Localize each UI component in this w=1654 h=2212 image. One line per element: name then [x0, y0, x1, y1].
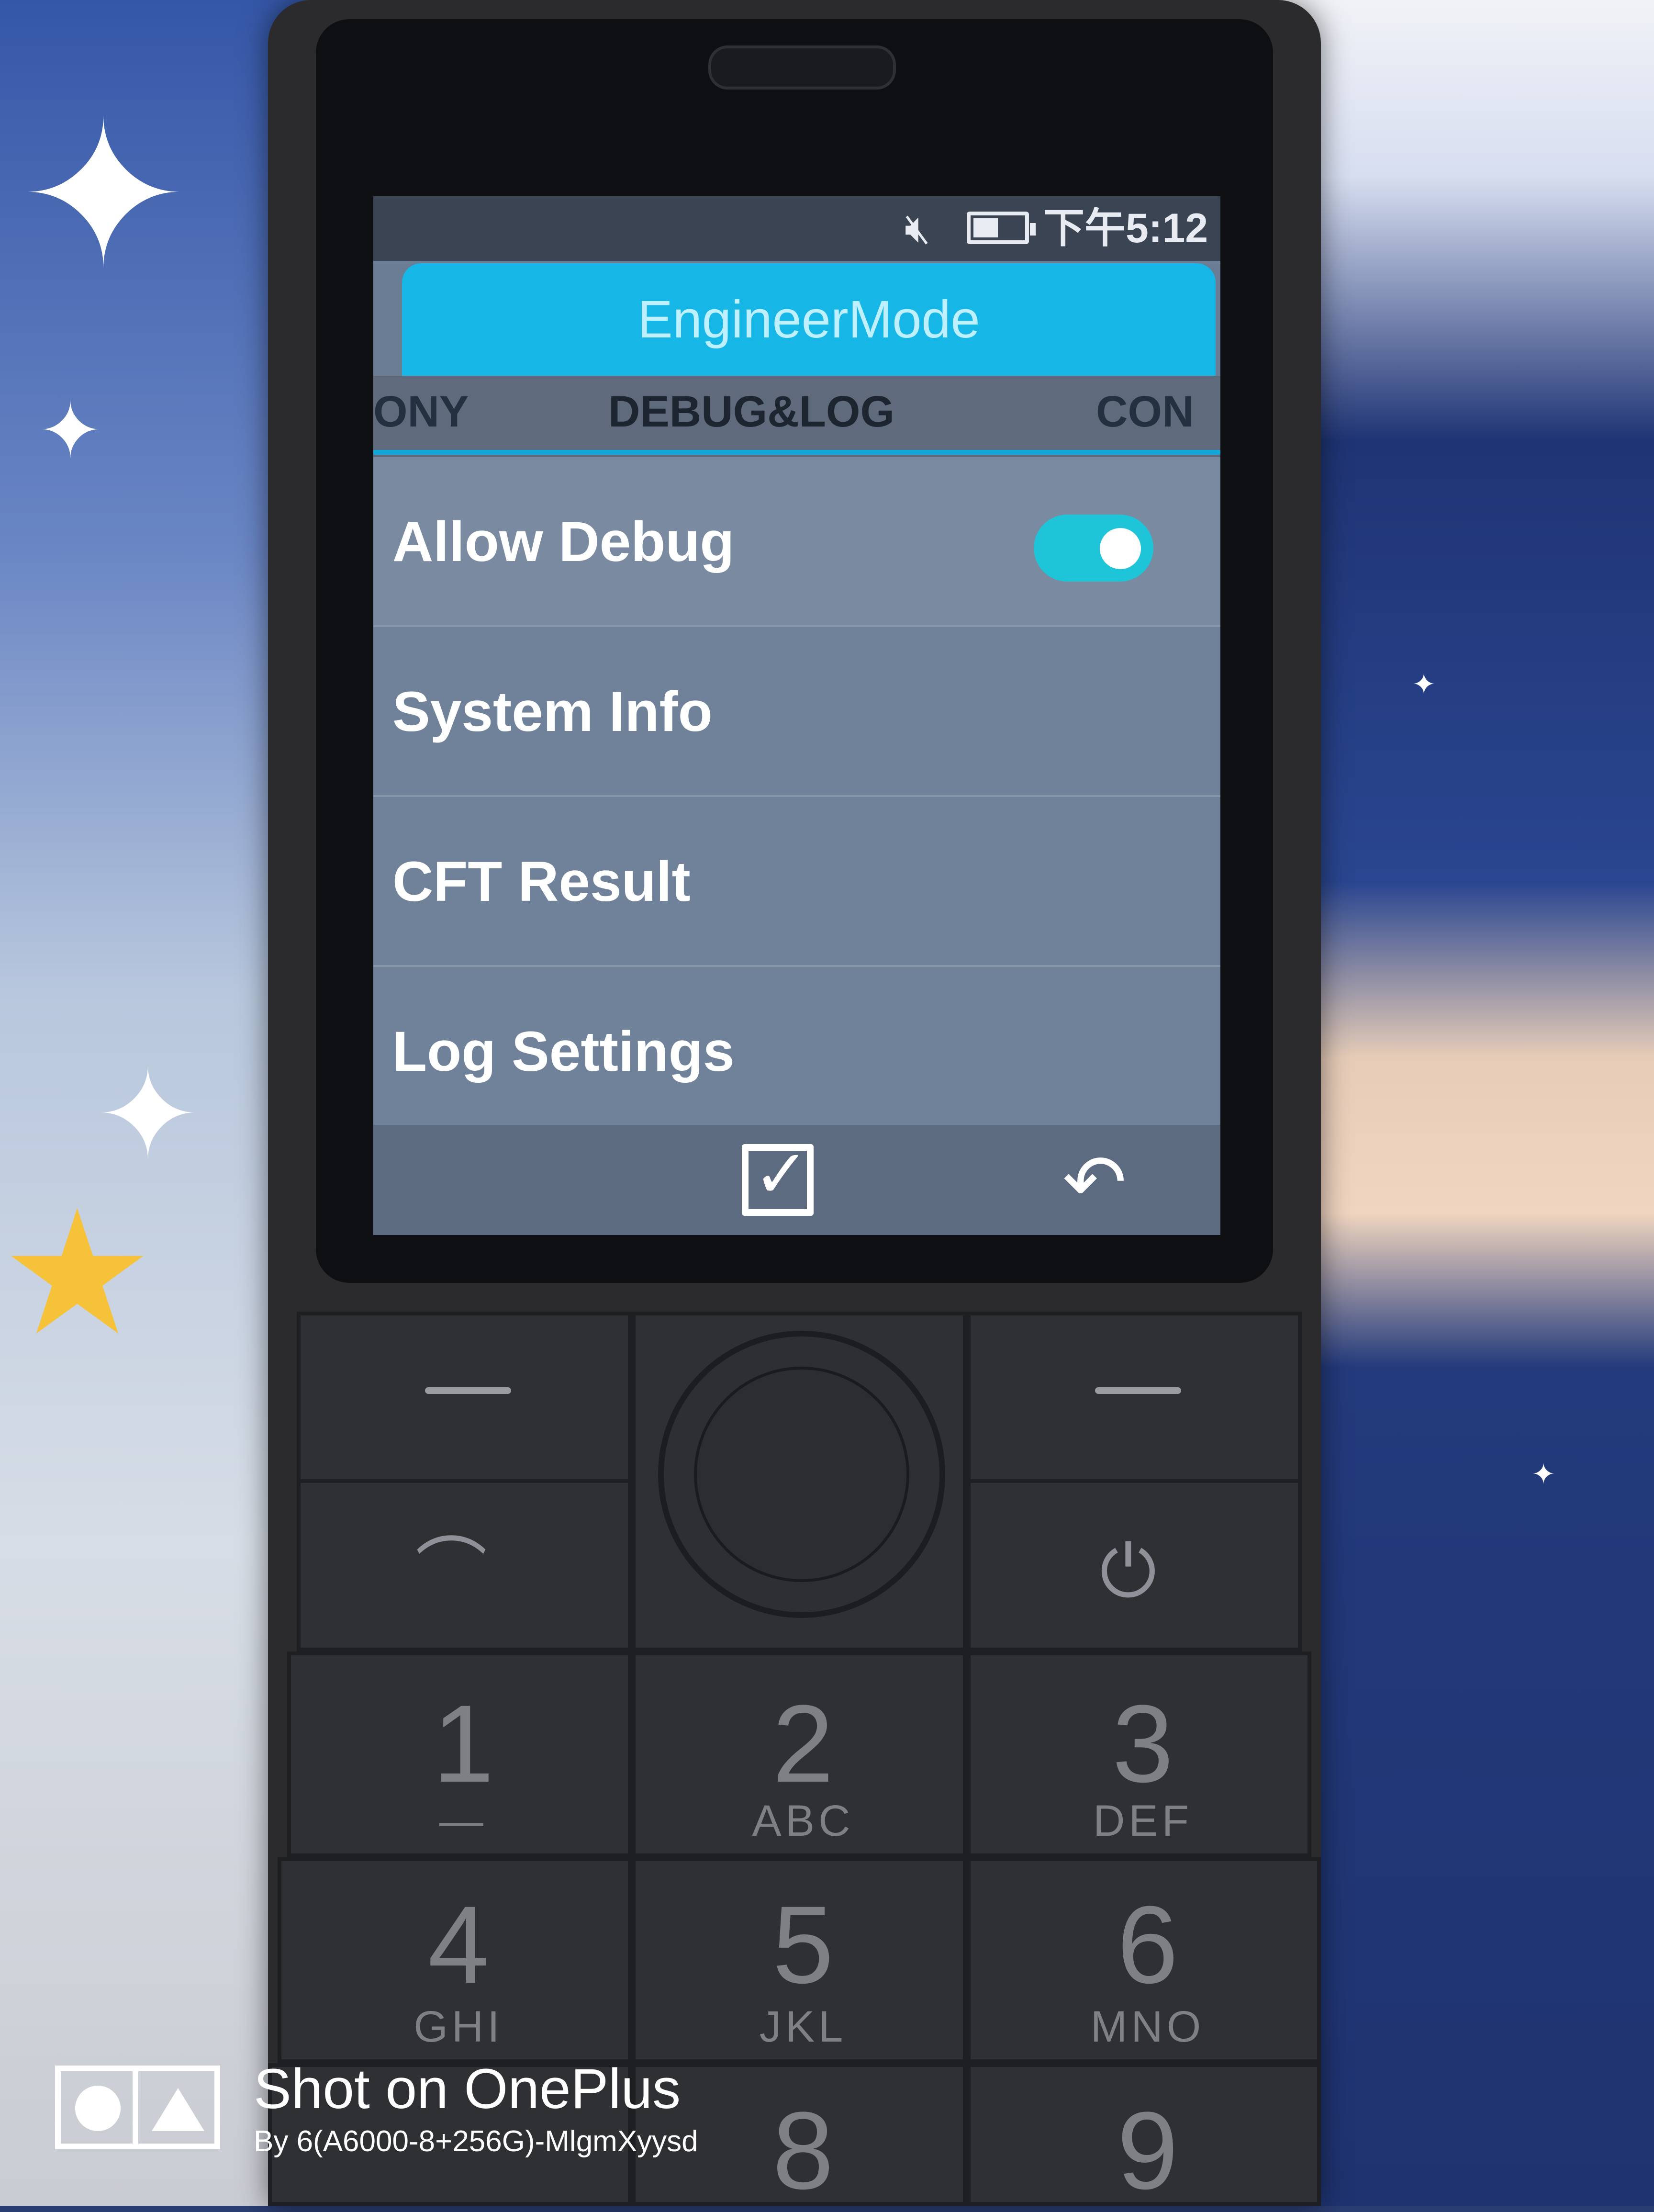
- call-key[interactable]: ⌒: [297, 1479, 632, 1651]
- key-3[interactable]: 3 DEF: [967, 1651, 1311, 1857]
- tab-debug-log[interactable]: DEBUG&LOG: [579, 376, 924, 448]
- star-decoration: ✦: [1531, 1458, 1556, 1491]
- list-item-allow-debug[interactable]: Allow Debug: [373, 457, 1220, 627]
- key-2[interactable]: 2 ABC: [632, 1651, 967, 1857]
- app-title-bar: EngineerMode: [402, 263, 1216, 376]
- status-clock: 下午5:12: [1043, 205, 1208, 251]
- softkey-dash-icon: [1095, 1387, 1181, 1394]
- key-1[interactable]: 1 —: [287, 1651, 632, 1857]
- list-item-label: CFT Result: [392, 850, 691, 913]
- softkey-dash-icon: [425, 1387, 511, 1394]
- list-item-log-settings[interactable]: Log Settings: [373, 967, 1220, 1137]
- checkbox-checked-icon[interactable]: ✓: [742, 1141, 814, 1216]
- watermark-title: Shot on OnePlus: [254, 2057, 681, 2121]
- status-bar: 🔇︎ 下午5:12: [373, 196, 1220, 261]
- list-item-system-info[interactable]: System Info: [373, 627, 1220, 797]
- tab-telephony[interactable]: ONY: [373, 376, 469, 448]
- end-call-power-icon: ⏻: [1100, 1530, 1157, 1613]
- dpad-center-button[interactable]: [694, 1367, 909, 1582]
- key-5[interactable]: 5 JKL: [632, 1857, 967, 2063]
- logo-triangle: [152, 2088, 204, 2131]
- oneplus-camera-logo: [55, 2066, 220, 2149]
- tab-bar: ONY DEBUG&LOG CON: [373, 376, 1220, 457]
- key-9[interactable]: 9: [967, 2063, 1321, 2206]
- tab-connectivity[interactable]: CON: [1096, 376, 1194, 448]
- list-item-cft-result[interactable]: CFT Result: [373, 797, 1220, 967]
- key-letters: JKL: [759, 2002, 847, 2051]
- star-decoration: ✦: [96, 1043, 200, 1188]
- list-item-label: Log Settings: [392, 1020, 735, 1083]
- key-letters: GHI: [414, 2002, 503, 2051]
- back-arrow-icon[interactable]: ↶: [1062, 1144, 1127, 1221]
- key-digit: 1: [433, 1682, 494, 1805]
- key-digit: 3: [1112, 1682, 1173, 1805]
- logo-divider: [133, 2071, 138, 2144]
- key-letters: ABC: [752, 1797, 854, 1845]
- left-softkey[interactable]: [297, 1312, 632, 1484]
- key-digit: 9: [1117, 2089, 1178, 2212]
- key-6[interactable]: 6 MNO: [967, 1857, 1321, 2063]
- key-letters: DEF: [1093, 1797, 1193, 1845]
- allow-debug-toggle[interactable]: [1034, 515, 1153, 582]
- logo-circle: [75, 2086, 121, 2131]
- phone-screen: 🔇︎ 下午5:12 EngineerMode ONY DEBUG&LOG CON…: [373, 196, 1220, 1235]
- page-title: EngineerMode: [637, 290, 980, 349]
- key-4[interactable]: 4 GHI: [278, 1857, 632, 2063]
- star-decoration: ✦: [19, 79, 188, 313]
- list-item-label: System Info: [392, 680, 713, 743]
- softkey-bar: ✓ ↶: [373, 1125, 1220, 1235]
- watermark-subtitle: By 6(A6000-8+256G)-MlgmXyysd: [254, 2125, 698, 2158]
- toggle-knob: [1100, 528, 1141, 569]
- tab-indicator: [373, 450, 1220, 455]
- battery-level: [973, 218, 998, 237]
- right-softkey[interactable]: [967, 1312, 1302, 1484]
- earpiece-speaker: [708, 45, 896, 90]
- settings-list: Allow Debug System Info CFT Result Log S…: [373, 457, 1220, 1137]
- battery-icon: [967, 212, 1036, 244]
- key-digit: 4: [428, 1883, 489, 2006]
- yellow-star-decoration: ★: [0, 1173, 155, 1373]
- key-digit: 5: [772, 1883, 834, 2006]
- star-decoration: ✦: [1412, 668, 1436, 701]
- list-item-label: Allow Debug: [392, 510, 735, 573]
- key-digit: 2: [772, 1682, 834, 1805]
- end-call-key[interactable]: ⏻: [967, 1479, 1302, 1651]
- key-letters: —: [439, 1797, 487, 1845]
- key-digit: 6: [1117, 1883, 1178, 2006]
- star-decoration: ✦: [38, 386, 103, 475]
- key-letters: MNO: [1090, 2002, 1205, 2051]
- muted-speaker-icon: 🔇︎: [905, 205, 931, 251]
- key-digit: 8: [772, 2089, 834, 2212]
- call-icon: ⌒: [415, 1530, 488, 1613]
